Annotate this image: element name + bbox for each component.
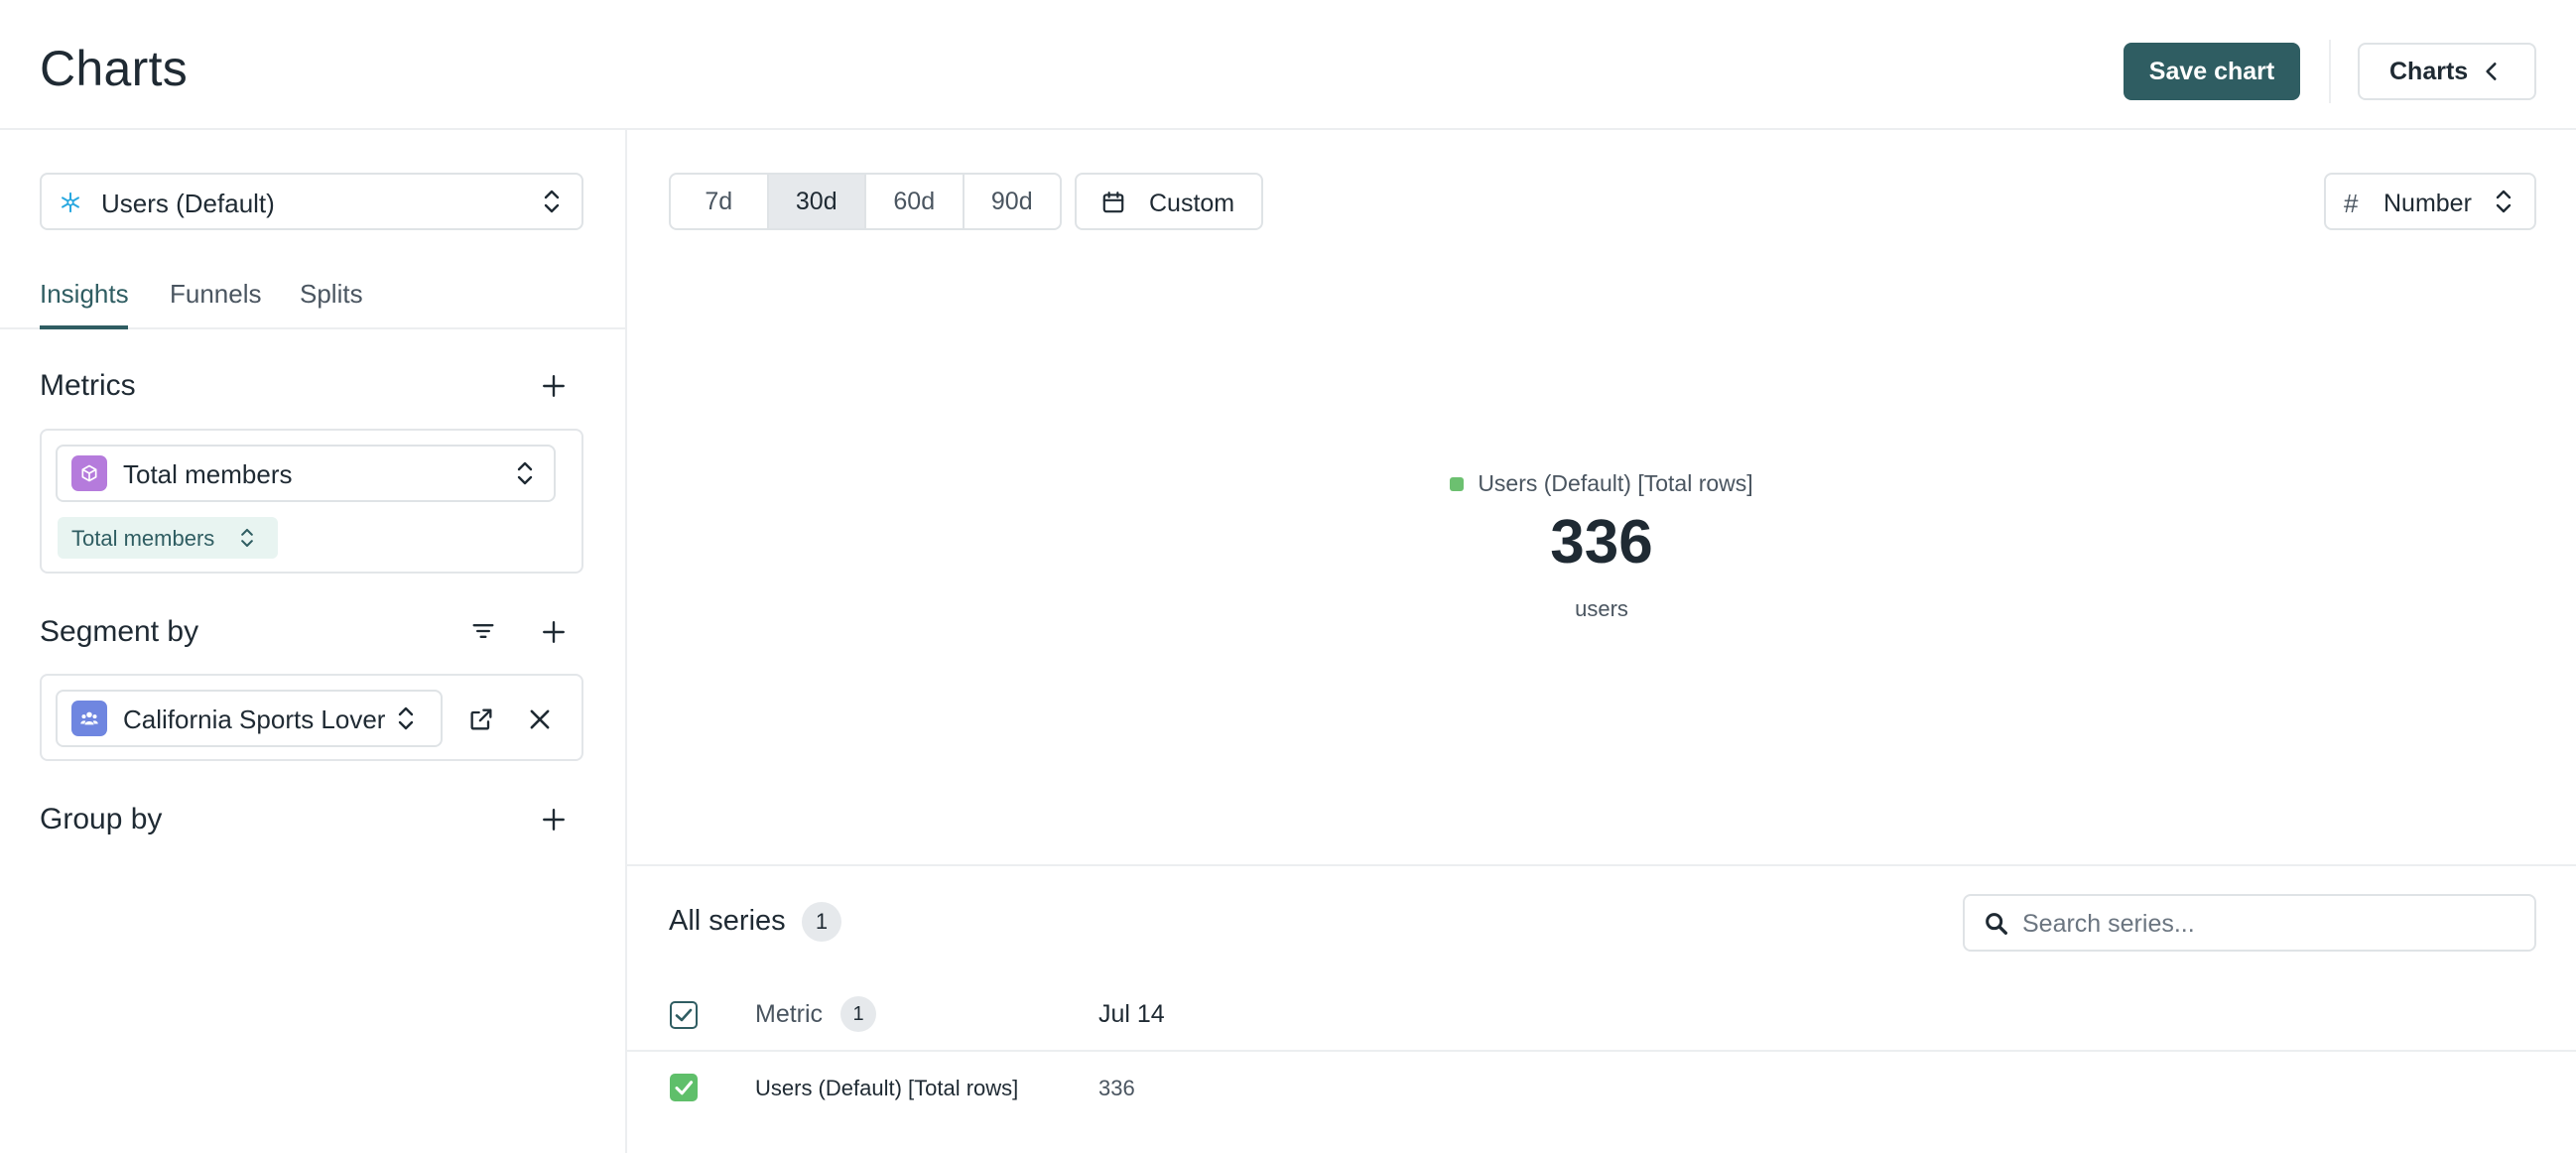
snowflake-icon (62, 192, 79, 213)
chevron-updown-icon (544, 190, 560, 213)
legend-item: Users (Default) [Total rows] (1450, 470, 1753, 497)
people-group-icon (71, 701, 107, 736)
row-metric-name: Users (Default) [Total rows] (755, 1076, 1019, 1100)
tab-insights[interactable]: Insights (40, 279, 129, 310)
date-range-toggle: 7d 30d 60d 90d (669, 173, 1062, 230)
all-series-title: All series (669, 905, 786, 937)
metric-card: Total members Total members (40, 429, 583, 574)
metric-aggregation-chip[interactable]: Total members (58, 517, 278, 559)
add-metric-icon[interactable] (541, 373, 567, 399)
chart-legend: Users (Default) [Total rows] (627, 470, 2576, 497)
big-number-value: 336 (1550, 508, 1653, 576)
cube-icon (71, 455, 107, 491)
tab-splits[interactable]: Splits (300, 279, 363, 310)
segment-select[interactable]: California Sports Lover (56, 690, 443, 747)
legend-label: Users (Default) [Total rows] (1478, 470, 1753, 496)
segment-by-title: Segment by (40, 615, 199, 648)
charts-back-button[interactable]: Charts (2358, 43, 2536, 100)
row-value: 336 (1098, 1076, 1135, 1100)
chevron-updown-icon (241, 528, 253, 548)
hash-icon: # (2344, 189, 2359, 218)
charts-button-label: Charts (2389, 57, 2469, 85)
filter-icon[interactable] (469, 617, 497, 645)
app-header: Charts Save chart Charts (0, 0, 2576, 130)
metric-chip-label: Total members (71, 526, 215, 551)
segment-select-label: California Sports Lover (123, 705, 386, 734)
chevron-updown-icon (398, 706, 414, 730)
active-tab-indicator (40, 325, 128, 329)
chart-area: 7d 30d 60d 90d Custom # Number Users (De… (627, 130, 2576, 1153)
date-column-header: Jul 14 (1098, 1000, 1165, 1028)
select-all-checkbox[interactable] (670, 1001, 698, 1029)
range-30d-button[interactable]: 30d (768, 175, 866, 228)
metric-select[interactable]: Total members (56, 445, 556, 502)
range-7d-button[interactable]: 7d (671, 175, 769, 228)
tab-funnels[interactable]: Funnels (170, 279, 262, 310)
chevron-updown-icon (517, 461, 533, 485)
checkmark-icon (675, 1081, 694, 1095)
save-chart-button[interactable]: Save chart (2124, 43, 2300, 100)
data-source-label: Users (Default) (101, 189, 275, 218)
close-icon[interactable] (526, 705, 554, 733)
chart-type-select[interactable]: # Number (2324, 173, 2536, 230)
metric-count-badge: 1 (840, 996, 876, 1032)
calendar-icon (1102, 192, 1124, 213)
metric-column-header: Metric (755, 1000, 824, 1028)
segment-card: California Sports Lover (40, 674, 583, 761)
series-search-input[interactable] (2022, 906, 2518, 942)
page-title: Charts (40, 41, 189, 96)
range-60d-button[interactable]: 60d (866, 175, 965, 228)
range-90d-button[interactable]: 90d (965, 175, 1061, 228)
group-by-title: Group by (40, 803, 163, 835)
custom-range-button[interactable]: Custom (1075, 173, 1263, 230)
legend-color-swatch (1450, 476, 1465, 491)
chevron-left-icon (2486, 63, 2497, 80)
sidebar: Users (Default) Insights Funnels Splits … (0, 130, 627, 1153)
series-divider (627, 864, 2576, 866)
chevron-updown-icon (2496, 190, 2512, 213)
add-group-icon[interactable] (541, 807, 567, 833)
big-number-unit: users (1575, 596, 1628, 621)
series-search[interactable] (1963, 894, 2536, 952)
add-segment-icon[interactable] (541, 619, 567, 645)
metrics-title: Metrics (40, 369, 136, 402)
external-link-icon[interactable] (467, 705, 495, 733)
metric-select-label: Total members (123, 459, 293, 489)
series-count-badge: 1 (802, 902, 841, 942)
header-divider (2329, 40, 2331, 103)
table-header-divider (627, 1050, 2576, 1052)
custom-range-label: Custom (1149, 190, 1235, 217)
search-icon (1986, 913, 2007, 935)
data-source-select[interactable]: Users (Default) (40, 173, 583, 230)
chart-type-label: Number (2383, 190, 2472, 217)
checkmark-icon (675, 1008, 693, 1022)
row-checkbox[interactable] (670, 1074, 698, 1101)
